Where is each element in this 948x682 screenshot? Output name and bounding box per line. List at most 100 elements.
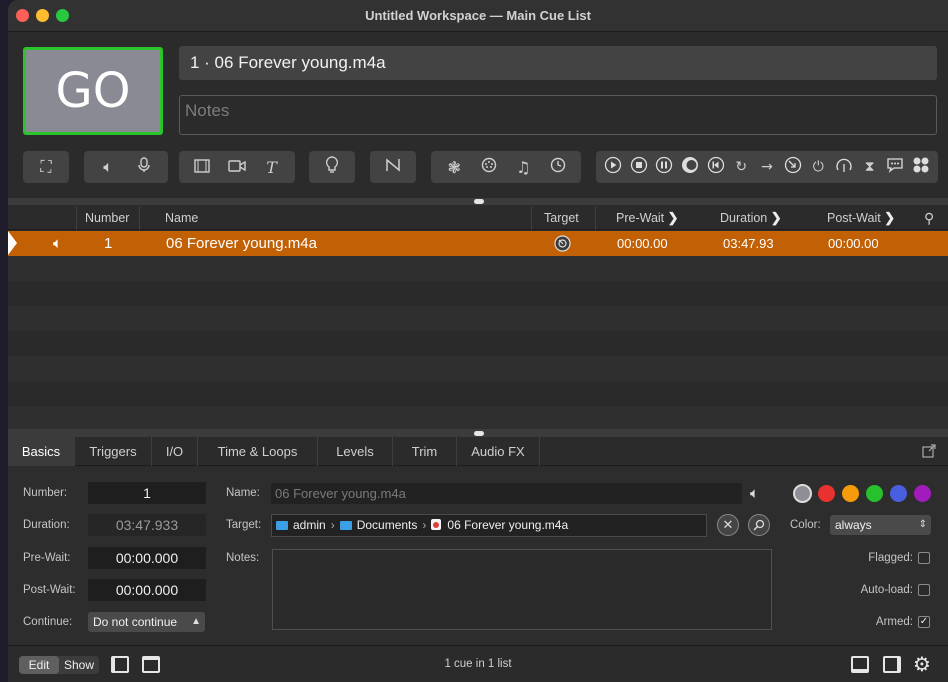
arm-icon[interactable] (782, 156, 803, 178)
start-icon[interactable] (602, 156, 623, 178)
split-grip (474, 199, 484, 204)
path-item[interactable]: Documents (357, 518, 418, 532)
split-handle-top[interactable] (8, 198, 948, 205)
table-row[interactable]: 🔈︎ 1 06 Forever young.m4a 00:00.00 03:47… (8, 231, 948, 256)
speaker-icon: 🔈︎ (750, 484, 760, 502)
column-header-post-wait[interactable]: Post-Wait ❯ (818, 206, 918, 230)
target-path-field[interactable]: admin › Documents › 06 Forever young.m4a (271, 514, 707, 537)
text-icon[interactable]: T (261, 158, 283, 177)
pre-wait-field[interactable]: 00:00.000 (88, 547, 206, 569)
target-icon[interactable] (554, 235, 571, 252)
name-label: Name: (226, 487, 260, 499)
post-wait-label: Post-Wait (827, 211, 881, 225)
folder-icon (276, 521, 288, 530)
number-field[interactable]: 1 (88, 482, 206, 504)
inspector-tabs: Basics Triggers I/O Time & Loops Levels … (8, 437, 948, 466)
column-header-target[interactable]: Target (531, 206, 595, 230)
fullscreen-icon[interactable]: ⛶ (35, 157, 57, 177)
color-mode-select[interactable]: always ⇕ (830, 515, 931, 535)
path-item[interactable]: admin (293, 518, 326, 532)
continue-select[interactable]: Do not continue ▲ (88, 612, 205, 632)
network-icon[interactable] (382, 157, 404, 177)
notes-field[interactable]: Notes (179, 95, 937, 135)
toggle-right-panel-icon[interactable] (883, 656, 901, 673)
flagged-checkbox[interactable] (918, 552, 930, 564)
color-swatch-red[interactable] (818, 485, 835, 502)
tab-levels[interactable]: Levels (318, 437, 393, 466)
color-swatch-green[interactable] (866, 485, 883, 502)
window-title: Untitled Workspace — Main Cue List (365, 8, 591, 23)
toolbar-group-transport: ↻ → ⏻ ⧗ (596, 151, 938, 183)
popout-icon[interactable] (922, 444, 936, 461)
goto-icon[interactable]: ↻ (731, 159, 752, 175)
updown-chevron-icon: ⇕ (918, 519, 927, 530)
group-icon[interactable] (911, 156, 932, 178)
toolbar-group-video: T (179, 151, 295, 183)
continue-value: Do not continue (93, 615, 178, 629)
devamp-icon[interactable] (834, 156, 855, 178)
color-swatch-purple[interactable] (914, 485, 931, 502)
color-swatch-orange[interactable] (842, 485, 859, 502)
notes-textarea[interactable] (272, 549, 772, 630)
column-header-pre-wait[interactable]: Pre-Wait ❯ (595, 206, 695, 230)
notes-label: Notes: (226, 552, 260, 564)
status-bar: Edit Show 1 cue in 1 list ⚙ (8, 645, 948, 682)
pause-icon[interactable] (654, 156, 675, 178)
cue-pre-wait: 00:00.00 (617, 236, 668, 251)
toolbar-group-audio: 🔈︎ (84, 151, 168, 183)
armed-checkbox[interactable]: ✓ (918, 616, 930, 628)
music-note-icon[interactable]: ♫ (512, 158, 534, 177)
load-icon[interactable] (679, 156, 700, 178)
split-handle-bottom[interactable] (8, 429, 948, 437)
path-item[interactable]: 06 Forever young.m4a (447, 518, 568, 532)
flagged-label: Flagged: (868, 552, 913, 564)
duration-label: Duration (720, 211, 768, 225)
cue-duration: 03:47.93 (723, 236, 774, 251)
audio-file-icon (431, 519, 442, 530)
stop-icon[interactable] (628, 156, 649, 178)
auto-load-checkbox[interactable] (918, 584, 930, 596)
camera-icon[interactable] (226, 158, 248, 177)
color-swatch-blue[interactable] (890, 485, 907, 502)
color-mode-value: always (835, 518, 872, 532)
tab-basics[interactable]: Basics (8, 437, 75, 466)
lightbulb-icon[interactable] (321, 156, 343, 178)
chevron-right-icon: ❯ (667, 210, 679, 225)
cue-name: 06 Forever young.m4a (166, 235, 317, 252)
column-header-name[interactable]: Name (139, 206, 531, 230)
microphone-icon[interactable] (133, 157, 155, 177)
armed-label: Armed: (875, 616, 913, 628)
column-header-number[interactable]: Number (76, 206, 140, 230)
film-icon[interactable] (191, 158, 213, 177)
tab-time-loops[interactable]: Time & Loops (198, 437, 318, 466)
pre-wait-label: Pre-Wait: (23, 552, 71, 564)
timecode-icon[interactable] (478, 157, 500, 177)
list-row-empty (8, 381, 948, 406)
list-row-empty (8, 331, 948, 356)
clear-target-button[interactable]: ✕ (717, 514, 739, 536)
go-button[interactable]: GO (23, 47, 163, 135)
memo-icon[interactable] (885, 156, 906, 178)
column-header-duration[interactable]: Duration ❯ (708, 206, 808, 230)
column-header-continue[interactable]: ⚲ (920, 206, 946, 230)
number-label: Number: (23, 487, 68, 499)
app-window: Untitled Workspace — Main Cue List GO 1 … (8, 0, 948, 682)
wait-icon[interactable]: ⧗ (859, 159, 880, 175)
color-swatch-none[interactable] (793, 484, 812, 503)
target-arrow-icon[interactable]: → (756, 159, 777, 175)
split-grip (474, 431, 484, 436)
speaker-icon[interactable]: 🔈︎ (97, 157, 119, 177)
tab-audio-fx[interactable]: Audio FX (457, 437, 540, 466)
toggle-inspector-icon[interactable] (851, 656, 869, 673)
post-wait-field[interactable]: 00:00.000 (88, 579, 206, 601)
clock-icon[interactable] (547, 157, 569, 177)
tab-io[interactable]: I/O (152, 437, 198, 466)
find-target-button[interactable] (748, 514, 770, 536)
reset-icon[interactable] (705, 156, 726, 178)
gear-icon[interactable]: ⚙ (913, 652, 931, 676)
tab-trim[interactable]: Trim (393, 437, 457, 466)
disarm-icon[interactable]: ⏻ (808, 159, 829, 175)
tab-triggers[interactable]: Triggers (75, 437, 152, 466)
midi-icon[interactable]: ❃ (443, 158, 465, 177)
name-field[interactable]: 06 Forever young.m4a (271, 483, 742, 504)
